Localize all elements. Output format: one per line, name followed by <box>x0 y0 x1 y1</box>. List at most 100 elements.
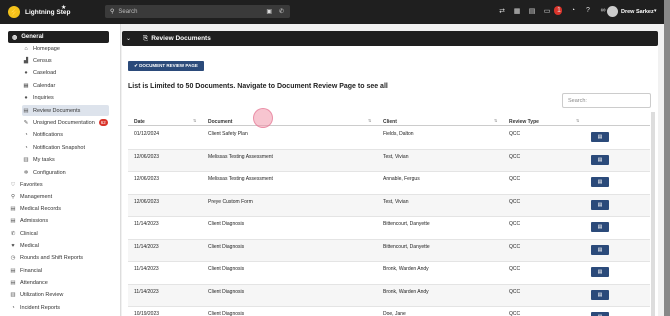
document-cell: Client Diagnosis <box>208 311 245 316</box>
open-document-button[interactable]: ▤ <box>591 312 609 316</box>
table-row[interactable]: 11/14/2023 Client Diagnosis Bronk, Warden … <box>128 284 650 307</box>
open-document-button[interactable]: ▤ <box>591 267 609 277</box>
shuffle-icon[interactable]: ⇄ <box>498 7 506 15</box>
scan-icon[interactable]: ▣ <box>266 8 272 15</box>
phone-icon[interactable]: ✆ <box>279 8 284 15</box>
column-header-client[interactable]: Client <box>383 119 397 125</box>
sidebar-section-medical[interactable]: ♥ Medical <box>9 241 39 252</box>
column-header-date[interactable]: Date <box>134 119 145 125</box>
link-icon[interactable]: ∞ <box>599 7 607 14</box>
open-document-button[interactable]: ▤ <box>591 244 609 255</box>
open-document-button[interactable]: ▤ <box>591 222 609 232</box>
sidebar-section-incident-reports[interactable]: ◔ Incident Reports <box>9 302 60 313</box>
table-row[interactable]: 12/06/2023 Preye Custom Form Test, Vivian Q… <box>128 194 650 217</box>
table-row[interactable]: 11/14/2023 Client Diagnosis Bittencourt, D… <box>128 217 650 240</box>
date-cell: 12/06/2023 <box>134 198 160 205</box>
review-type-cell: QCC <box>509 221 521 227</box>
sidebar-item-my-tasks[interactable]: ▥ My tasks <box>22 155 109 166</box>
table-row[interactable]: 12/06/2023 Melissas Testing Assessment Tes… <box>128 149 650 172</box>
top-icons: ⇄ ▦ ▤ ▭ 1 ◔ ? ∞ <box>498 6 607 15</box>
incident-icon: ◔ <box>11 304 15 311</box>
medical-icon: ♥ <box>11 243 15 249</box>
review-type-cell: QCC <box>509 176 521 182</box>
sidebar-item-notifications[interactable]: ◔ Notifications <box>22 130 109 141</box>
date-cell: 01/12/2024 <box>134 131 160 137</box>
global-search[interactable]: ⚲ Search ▣ ✆ <box>105 5 290 18</box>
sidebar-section-admissions[interactable]: ▤ Admissions <box>9 216 48 227</box>
review-icon: ▥ <box>10 292 16 299</box>
open-document-button[interactable]: ▤ <box>591 154 609 165</box>
sort-icon[interactable]: ⇅ <box>576 118 579 123</box>
sidebar-item-homepage[interactable]: ⌂ Homepage <box>22 43 109 54</box>
star-icon[interactable]: ★ <box>61 4 66 11</box>
count-badge: 62 <box>98 119 108 127</box>
date-cell: 12/06/2023 <box>134 176 160 182</box>
table-search-input[interactable]: Search: <box>562 93 651 108</box>
search-input[interactable]: Search <box>118 9 137 15</box>
bell-icon[interactable]: ◔ <box>569 7 577 14</box>
sidebar-section-management[interactable]: ⚲ Management <box>9 191 52 202</box>
sidebar-section-financial[interactable]: ▤ Financial <box>9 265 42 276</box>
sidebar-item-census[interactable]: ▟ Census <box>22 55 109 66</box>
sort-icon[interactable]: ⇅ <box>193 118 196 123</box>
help-icon[interactable]: ? <box>584 7 592 14</box>
sidebar-item-calendar[interactable]: ▦ Calendar <box>22 80 109 91</box>
sidebar-section-favorites[interactable]: ♡ Favorites <box>9 179 43 190</box>
financial-icon: ▤ <box>10 267 16 274</box>
sidebar-section-clinical[interactable]: ✆ Clinical <box>9 228 38 239</box>
sort-icon[interactable]: ⇅ <box>368 118 371 123</box>
table-row[interactable]: 10/19/2023 Client Diagnosis Doe, Jane QCC ▤ <box>128 307 650 316</box>
sidebar-section-label: Medical Records <box>20 206 61 213</box>
table-header: Date ⇅ Document ⇅ Client ⇅ Review Type ⇅ <box>128 116 650 126</box>
open-document-button[interactable]: ▤ <box>591 132 609 142</box>
sidebar-item-review-documents[interactable]: ▤ Review Documents <box>22 105 109 116</box>
globe-icon: ◍ <box>12 34 18 41</box>
sidebar-section-rounds-and-shift-reports[interactable]: ◷ Rounds and Shift Reports <box>9 253 83 264</box>
table-scrollbar[interactable] <box>651 112 655 316</box>
avatar[interactable] <box>607 6 618 17</box>
client-cell: Bittencourt, Danyette <box>383 243 430 250</box>
table-row[interactable]: 11/14/2023 Client Diagnosis Bronk, Warden … <box>128 262 650 285</box>
client-cell: Bronk, Warden Andy <box>383 288 429 295</box>
table-row[interactable]: 01/12/2024 Client Safety Plan Fields, Dalt… <box>128 127 650 150</box>
client-cell: Test, Vivian <box>383 153 409 160</box>
sidebar-section-utilization-review[interactable]: ▥ Utilization Review <box>9 290 63 301</box>
sort-icon[interactable]: ⇅ <box>494 118 497 123</box>
chat-icon[interactable]: ▭ <box>543 7 551 15</box>
calendar-icon: ▦ <box>23 82 29 89</box>
sidebar-item-inquiries[interactable]: ● Inquiries <box>22 93 109 104</box>
chevron-down-icon[interactable]: ▾ <box>654 8 657 14</box>
column-header-document[interactable]: Document <box>208 119 232 125</box>
window-scrollbar[interactable] <box>664 0 670 316</box>
document-review-page-button[interactable]: ✔ DOCUMENT REVIEW PAGE <box>128 61 204 71</box>
open-document-button[interactable]: ▤ <box>591 199 609 210</box>
sidebar-item-unsigned-documentation[interactable]: ✎ Unsigned Documentation 62 <box>22 117 109 128</box>
grid-icon[interactable]: ▤ <box>528 7 536 15</box>
sidebar-item-label: Review Documents <box>33 107 81 114</box>
review-type-cell: QCC <box>509 288 521 295</box>
limit-notice: List is Limited to 50 Documents. Navigat… <box>128 83 388 90</box>
user-name[interactable]: Drew Sarkez <box>621 9 654 15</box>
pen-icon: ✎ <box>23 119 29 126</box>
sidebar-item-label: My tasks <box>33 157 55 164</box>
sidebar-item-configuration[interactable]: ✲ Configuration <box>22 167 109 178</box>
sidebar-item-notification-snapshot[interactable]: ◔ Notification Snapshot <box>22 142 109 153</box>
table-row[interactable]: 11/14/2023 Client Diagnosis Bittencourt, D… <box>128 239 650 262</box>
open-document-button[interactable]: ▤ <box>591 289 609 300</box>
document-cell: Client Diagnosis <box>208 221 245 227</box>
review-documents-icon: ⎘ <box>143 34 149 42</box>
app-logo[interactable]: ⚡ <box>8 6 20 18</box>
sidebar-item-caseload[interactable]: ● Caseload <box>22 68 109 79</box>
table-row[interactable]: 12/06/2023 Melissas Testing Assessment Ann… <box>128 172 650 195</box>
sidebar-section-label: Incident Reports <box>20 304 61 311</box>
sidebar-section-attendance[interactable]: ▤ Attendance <box>9 277 47 288</box>
collapse-toggle[interactable]: ⌄ <box>126 35 131 42</box>
sidebar-section-medical-records[interactable]: ▤ Medical Records <box>9 204 61 215</box>
open-document-button[interactable]: ▤ <box>591 177 609 187</box>
sidebar-item-label: Homepage <box>33 45 60 52</box>
calendar-icon[interactable]: ▦ <box>513 7 521 15</box>
sidebar-group-general[interactable]: ◍ General <box>8 31 109 43</box>
sidebar: ◍ General ⌂ Homepage ▟ Census ● Caseload ▦ Cale… <box>0 24 121 316</box>
column-header-review-type[interactable]: Review Type <box>509 119 539 125</box>
review-type-cell: QCC <box>509 153 521 160</box>
